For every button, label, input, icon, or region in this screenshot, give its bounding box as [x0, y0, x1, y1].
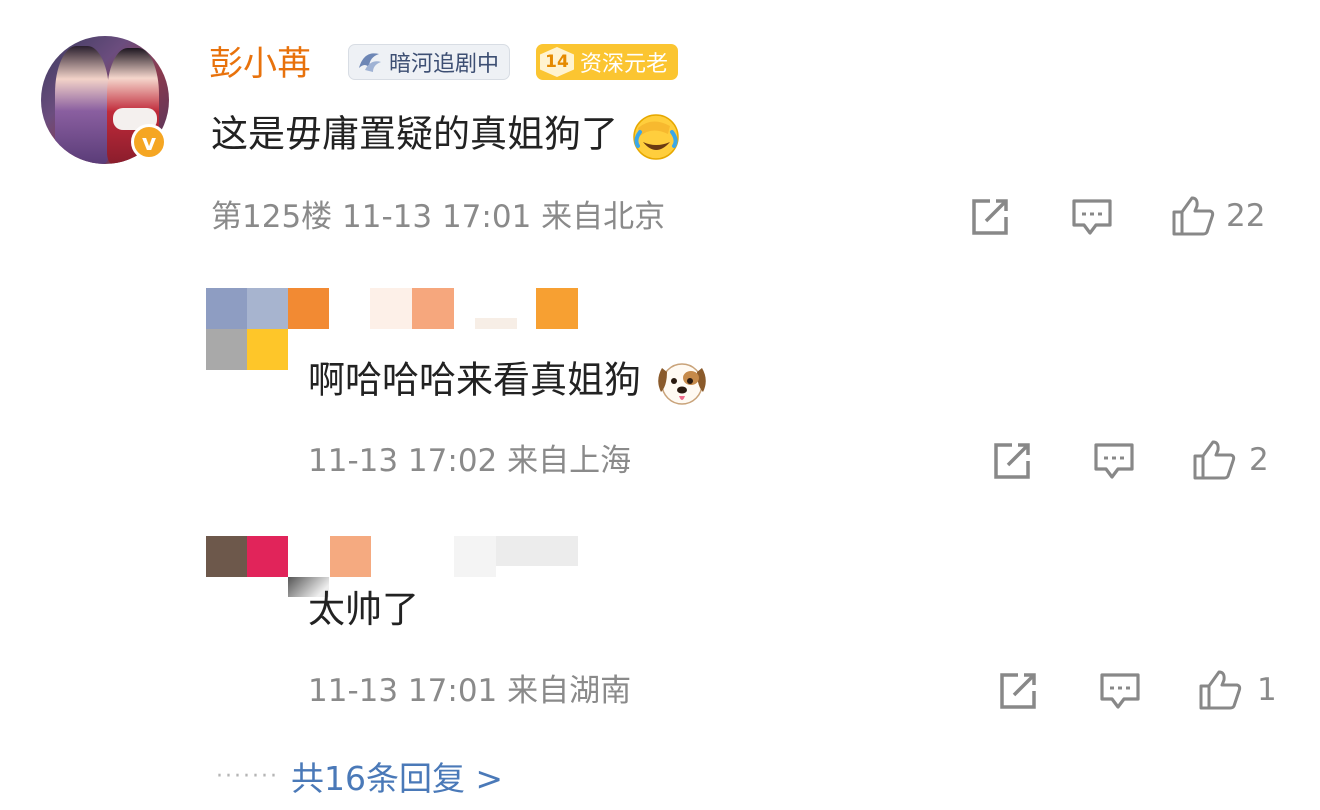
face-with-tears-of-joy-icon	[633, 114, 679, 160]
dog-face-icon	[657, 363, 706, 405]
reply-username-pixelated[interactable]	[370, 288, 578, 329]
thumbs-up-icon	[1172, 196, 1215, 236]
reply-text-content: 太帅了	[308, 588, 419, 631]
ellipsis-icon: ·······	[216, 763, 279, 789]
reply-location: 来自湖南	[507, 673, 632, 709]
more-replies-row[interactable]: ······· 共16条回复 >	[216, 752, 503, 800]
comment-icon	[1072, 199, 1112, 235]
fan-badge-label: 暗河追剧中	[389, 52, 500, 77]
comment-time: 11-13 17:01	[342, 199, 532, 235]
floor-number: 第125楼	[211, 199, 333, 235]
like-count: 22	[1226, 198, 1266, 234]
verified-icon: v	[131, 124, 167, 160]
reply-like-count: 2	[1249, 442, 1269, 478]
share-icon	[972, 199, 1008, 235]
share-button[interactable]	[968, 197, 1012, 237]
like-button[interactable]: 22	[1170, 194, 1265, 238]
avatar-figure-left	[55, 46, 109, 164]
level-label: 资深元老	[580, 52, 669, 77]
comment-icon	[1100, 673, 1140, 709]
username[interactable]: 彭小苒	[209, 42, 311, 86]
more-replies-link[interactable]: 共16条回复 >	[291, 752, 503, 800]
reply-share-button[interactable]	[996, 671, 1040, 711]
reply-like-button[interactable]: 2	[1191, 438, 1269, 482]
comment-icon	[1094, 443, 1134, 479]
reply-meta: 11-13 17:01 来自湖南	[308, 671, 631, 711]
reply-text: 啊哈哈哈来看真姐狗	[308, 356, 711, 408]
reply-time: 11-13 17:01	[308, 673, 498, 709]
reply-location: 来自上海	[507, 443, 632, 479]
share-icon	[1000, 673, 1036, 709]
comment-text-content: 这是毋庸置疑的真姐狗了	[211, 112, 618, 156]
reply-comment-button[interactable]	[1092, 441, 1136, 481]
fan-badge[interactable]: 暗河追剧中	[348, 44, 511, 80]
reply-time: 11-13 17:02	[308, 443, 498, 479]
reply-like-button[interactable]: 1	[1197, 668, 1277, 712]
thumbs-up-icon	[1193, 440, 1236, 480]
reply-meta: 11-13 17:02 来自上海	[308, 441, 631, 481]
fan-badge-icon	[359, 53, 381, 72]
level-badge[interactable]: 14 资深元老	[536, 44, 679, 80]
share-icon	[994, 443, 1030, 479]
reply-text-content: 啊哈哈哈来看真姐狗	[308, 358, 641, 402]
comment-location: 来自北京	[541, 199, 666, 235]
comment-meta: 第125楼 11-13 17:01 来自北京	[211, 197, 665, 237]
reply-text: 太帅了	[308, 586, 419, 634]
level-number: 14	[540, 47, 574, 77]
reply-button[interactable]	[1070, 197, 1114, 237]
reply-like-count: 1	[1257, 672, 1277, 708]
reply-share-button[interactable]	[990, 441, 1034, 481]
reply-username-pixelated[interactable]	[330, 536, 578, 577]
comment-text: 这是毋庸置疑的真姐狗了	[211, 110, 682, 162]
reply-comment-button[interactable]	[1098, 671, 1142, 711]
thumbs-up-icon	[1199, 670, 1242, 710]
